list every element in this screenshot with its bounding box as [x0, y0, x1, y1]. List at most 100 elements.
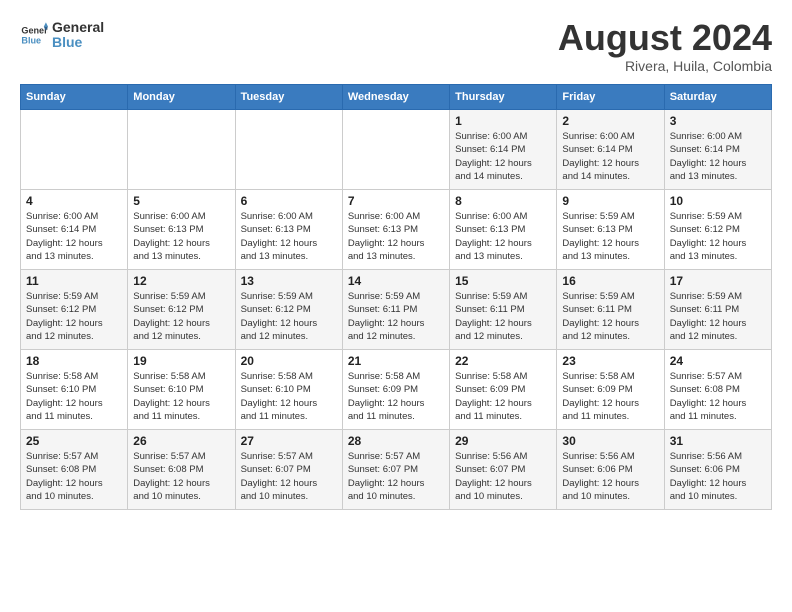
calendar-cell: 4 Sunrise: 6:00 AM Sunset: 6:14 PM Daylig…: [21, 190, 128, 270]
day-number: 6: [241, 194, 337, 208]
location-subtitle: Rivera, Huila, Colombia: [558, 58, 772, 74]
header-sunday: Sunday: [21, 85, 128, 110]
day-number: 22: [455, 354, 551, 368]
calendar-cell: 28 Sunrise: 5:57 AM Sunset: 6:07 PM Dayli…: [342, 430, 449, 510]
svg-text:General: General: [21, 26, 48, 36]
day-number: 7: [348, 194, 444, 208]
day-info: Sunrise: 5:58 AM Sunset: 6:10 PM Dayligh…: [26, 370, 122, 423]
day-info: Sunrise: 6:00 AM Sunset: 6:13 PM Dayligh…: [241, 210, 337, 263]
day-number: 27: [241, 434, 337, 448]
day-number: 3: [670, 114, 766, 128]
day-number: 19: [133, 354, 229, 368]
header-friday: Friday: [557, 85, 664, 110]
day-number: 17: [670, 274, 766, 288]
day-number: 15: [455, 274, 551, 288]
day-number: 13: [241, 274, 337, 288]
calendar-cell: 10 Sunrise: 5:59 AM Sunset: 6:12 PM Dayli…: [664, 190, 771, 270]
calendar-cell: [342, 110, 449, 190]
day-info: Sunrise: 5:58 AM Sunset: 6:09 PM Dayligh…: [562, 370, 658, 423]
calendar-cell: [128, 110, 235, 190]
calendar-cell: 26 Sunrise: 5:57 AM Sunset: 6:08 PM Dayli…: [128, 430, 235, 510]
day-number: 10: [670, 194, 766, 208]
calendar-cell: 13 Sunrise: 5:59 AM Sunset: 6:12 PM Dayli…: [235, 270, 342, 350]
calendar-cell: 17 Sunrise: 5:59 AM Sunset: 6:11 PM Dayli…: [664, 270, 771, 350]
header-monday: Monday: [128, 85, 235, 110]
day-info: Sunrise: 5:59 AM Sunset: 6:11 PM Dayligh…: [348, 290, 444, 343]
calendar-cell: 1 Sunrise: 6:00 AM Sunset: 6:14 PM Daylig…: [450, 110, 557, 190]
header-thursday: Thursday: [450, 85, 557, 110]
calendar-table: Sunday Monday Tuesday Wednesday Thursday…: [20, 84, 772, 510]
day-number: 1: [455, 114, 551, 128]
day-info: Sunrise: 5:57 AM Sunset: 6:08 PM Dayligh…: [670, 370, 766, 423]
day-number: 16: [562, 274, 658, 288]
calendar-cell: 23 Sunrise: 5:58 AM Sunset: 6:09 PM Dayli…: [557, 350, 664, 430]
calendar-cell: 18Sunrise: 5:58 AM Sunset: 6:10 PM Dayli…: [21, 350, 128, 430]
logo-line1: General: [52, 20, 104, 35]
day-info: Sunrise: 5:59 AM Sunset: 6:12 PM Dayligh…: [241, 290, 337, 343]
day-number: 12: [133, 274, 229, 288]
day-info: Sunrise: 5:59 AM Sunset: 6:11 PM Dayligh…: [455, 290, 551, 343]
day-number: 5: [133, 194, 229, 208]
day-number: 9: [562, 194, 658, 208]
day-info: Sunrise: 5:58 AM Sunset: 6:10 PM Dayligh…: [241, 370, 337, 423]
calendar-cell: 22Sunrise: 5:58 AM Sunset: 6:09 PM Dayli…: [450, 350, 557, 430]
day-info: Sunrise: 5:58 AM Sunset: 6:10 PM Dayligh…: [133, 370, 229, 423]
day-info: Sunrise: 5:59 AM Sunset: 6:12 PM Dayligh…: [26, 290, 122, 343]
calendar-cell: 12 Sunrise: 5:59 AM Sunset: 6:12 PM Dayli…: [128, 270, 235, 350]
header-wednesday: Wednesday: [342, 85, 449, 110]
day-info: Sunrise: 6:00 AM Sunset: 6:14 PM Dayligh…: [455, 130, 551, 183]
day-info: Sunrise: 5:56 AM Sunset: 6:07 PM Dayligh…: [455, 450, 551, 503]
day-info: Sunrise: 5:59 AM Sunset: 6:11 PM Dayligh…: [670, 290, 766, 343]
calendar-cell: 21 Sunrise: 5:58 AM Sunset: 6:09 PM Dayli…: [342, 350, 449, 430]
calendar-week-5: 25Sunrise: 5:57 AM Sunset: 6:08 PM Dayli…: [21, 430, 772, 510]
svg-text:Blue: Blue: [21, 36, 41, 46]
day-info: Sunrise: 5:59 AM Sunset: 6:13 PM Dayligh…: [562, 210, 658, 263]
month-year-title: August 2024: [558, 20, 772, 56]
day-info: Sunrise: 5:59 AM Sunset: 6:12 PM Dayligh…: [670, 210, 766, 263]
calendar-cell: 9 Sunrise: 5:59 AM Sunset: 6:13 PM Daylig…: [557, 190, 664, 270]
day-number: 8: [455, 194, 551, 208]
calendar-header-row: Sunday Monday Tuesday Wednesday Thursday…: [21, 85, 772, 110]
day-number: 31: [670, 434, 766, 448]
calendar-cell: 20 Sunrise: 5:58 AM Sunset: 6:10 PM Dayli…: [235, 350, 342, 430]
day-info: Sunrise: 5:57 AM Sunset: 6:08 PM Dayligh…: [26, 450, 122, 503]
day-number: 21: [348, 354, 444, 368]
logo-icon: General Blue: [20, 21, 48, 49]
calendar-cell: 19 Sunrise: 5:58 AM Sunset: 6:10 PM Dayli…: [128, 350, 235, 430]
day-info: Sunrise: 6:00 AM Sunset: 6:14 PM Dayligh…: [562, 130, 658, 183]
calendar-cell: 25Sunrise: 5:57 AM Sunset: 6:08 PM Dayli…: [21, 430, 128, 510]
day-number: 24: [670, 354, 766, 368]
day-info: Sunrise: 5:59 AM Sunset: 6:12 PM Dayligh…: [133, 290, 229, 343]
day-info: Sunrise: 6:00 AM Sunset: 6:14 PM Dayligh…: [670, 130, 766, 183]
calendar-cell: 24 Sunrise: 5:57 AM Sunset: 6:08 PM Dayli…: [664, 350, 771, 430]
calendar-week-4: 18Sunrise: 5:58 AM Sunset: 6:10 PM Dayli…: [21, 350, 772, 430]
calendar-cell: [235, 110, 342, 190]
title-block: August 2024 Rivera, Huila, Colombia: [558, 20, 772, 74]
day-number: 4: [26, 194, 122, 208]
day-info: Sunrise: 6:00 AM Sunset: 6:14 PM Dayligh…: [26, 210, 122, 263]
day-info: Sunrise: 6:00 AM Sunset: 6:13 PM Dayligh…: [133, 210, 229, 263]
day-info: Sunrise: 5:58 AM Sunset: 6:09 PM Dayligh…: [348, 370, 444, 423]
calendar-cell: 11 Sunrise: 5:59 AM Sunset: 6:12 PM Dayli…: [21, 270, 128, 350]
day-info: Sunrise: 5:59 AM Sunset: 6:11 PM Dayligh…: [562, 290, 658, 343]
day-info: Sunrise: 6:00 AM Sunset: 6:13 PM Dayligh…: [455, 210, 551, 263]
day-info: Sunrise: 6:00 AM Sunset: 6:13 PM Dayligh…: [348, 210, 444, 263]
calendar-cell: [21, 110, 128, 190]
day-info: Sunrise: 5:57 AM Sunset: 6:07 PM Dayligh…: [348, 450, 444, 503]
calendar-cell: 29Sunrise: 5:56 AM Sunset: 6:07 PM Dayli…: [450, 430, 557, 510]
calendar-cell: 15 Sunrise: 5:59 AM Sunset: 6:11 PM Dayli…: [450, 270, 557, 350]
day-number: 20: [241, 354, 337, 368]
logo-line2: Blue: [52, 35, 104, 50]
day-info: Sunrise: 5:57 AM Sunset: 6:08 PM Dayligh…: [133, 450, 229, 503]
calendar-week-2: 4 Sunrise: 6:00 AM Sunset: 6:14 PM Daylig…: [21, 190, 772, 270]
calendar-cell: 5 Sunrise: 6:00 AM Sunset: 6:13 PM Daylig…: [128, 190, 235, 270]
calendar-cell: 7 Sunrise: 6:00 AM Sunset: 6:13 PM Daylig…: [342, 190, 449, 270]
day-number: 23: [562, 354, 658, 368]
day-info: Sunrise: 5:56 AM Sunset: 6:06 PM Dayligh…: [562, 450, 658, 503]
calendar-cell: 6 Sunrise: 6:00 AM Sunset: 6:13 PM Daylig…: [235, 190, 342, 270]
calendar-cell: 2Sunrise: 6:00 AM Sunset: 6:14 PM Daylig…: [557, 110, 664, 190]
day-number: 11: [26, 274, 122, 288]
logo: General Blue General Blue: [20, 20, 104, 51]
day-number: 28: [348, 434, 444, 448]
day-number: 26: [133, 434, 229, 448]
